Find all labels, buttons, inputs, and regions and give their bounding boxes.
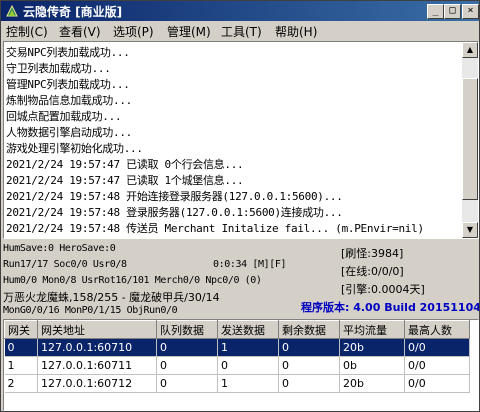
column-header[interactable]: 剩余数据 <box>278 320 340 339</box>
column-header[interactable]: 平均流量 <box>339 320 405 339</box>
refresh-monster-label: [刷怪:3984] <box>341 247 404 260</box>
window-title: 云隐传奇 [商业版] <box>23 5 123 19</box>
table-row[interactable]: 1 127.0.0.1:60711 0 0 0 0b 0/0 <box>4 356 470 375</box>
log-line: 2021/2/24 19:57:48 开始连接登录服务器(127.0.0.1:5… <box>6 190 343 203</box>
menu-manage[interactable]: 管理(M) <box>167 23 211 40</box>
table-cell: 20b <box>339 338 405 357</box>
table-cell: 0 <box>278 374 340 393</box>
table-cell: 1 <box>217 338 279 357</box>
status-monster: 万恶火龙魔蛛,158/255 - 魔龙破甲兵/30/14 <box>3 291 220 304</box>
table-cell: 0 <box>156 356 218 375</box>
menu-control[interactable]: 控制(C) <box>6 23 48 40</box>
column-header[interactable]: 最高人数 <box>404 320 470 339</box>
column-header[interactable]: 队列数据 <box>156 320 218 339</box>
log-line: 2021/2/24 19:57:48 登录服务器(127.0.0.1:5600)… <box>6 206 343 219</box>
engine-label: [引擎:0.0004天] <box>341 283 425 296</box>
status-panel: HumSave:0 HeroSave:0 Run17/17 Soc0/0 Usr… <box>1 239 479 321</box>
log-line: 2021/2/24 19:57:47 已读取 1个城堡信息... <box>6 174 244 187</box>
log-panel[interactable]: 交易NPC列表加载成功... 守卫列表加载成功... 管理NPC列表加载成功..… <box>3 41 479 239</box>
table-cell: 0/0 <box>404 374 470 393</box>
menu-tools[interactable]: 工具(T) <box>221 23 262 40</box>
table-cell: 0/0 <box>404 356 470 375</box>
log-line: 守卫列表加载成功... <box>6 62 111 75</box>
table-cell: 0 <box>156 374 218 393</box>
column-header[interactable]: 网关地址 <box>37 320 157 339</box>
column-header[interactable]: 发送数据 <box>217 320 279 339</box>
table-cell: 127.0.0.1:60710 <box>37 338 157 357</box>
table-cell: 0 <box>4 338 38 357</box>
menu-bar: 控制(C) 查看(V) 选项(P) 管理(M) 工具(T) 帮助(H) <box>1 21 479 40</box>
table-cell: 0b <box>339 356 405 375</box>
table-cell: 127.0.0.1:60711 <box>37 356 157 375</box>
table-row[interactable]: 2 127.0.0.1:60712 0 1 0 20b 0/0 <box>4 374 470 393</box>
log-line: 管理NPC列表加载成功... <box>6 78 130 91</box>
log-line: 炼制物品信息加载成功... <box>6 94 132 107</box>
table-cell: 0/0 <box>404 338 470 357</box>
status-save: HumSave:0 HeroSave:0 <box>3 243 116 254</box>
app-icon <box>6 4 18 17</box>
table-cell: 127.0.0.1:60712 <box>37 374 157 393</box>
log-line: 2021/2/24 19:57:48 传送员 Merchant Initaliz… <box>6 222 424 235</box>
menu-view[interactable]: 查看(V) <box>59 23 101 40</box>
table-cell: 0 <box>156 338 218 357</box>
log-line: 交易NPC列表加载成功... <box>6 46 130 59</box>
table-cell: 20b <box>339 374 405 393</box>
main-window: 云隐传奇 [商业版] _ □ × 控制(C) 查看(V) 选项(P) 管理(M)… <box>0 0 480 412</box>
status-timer: 0:0:34 [M][F] <box>213 259 287 270</box>
table-cell: 1 <box>4 356 38 375</box>
menu-options[interactable]: 选项(P) <box>113 23 154 40</box>
log-line: 游戏处理引擎初始化成功... <box>6 142 143 155</box>
status-run: Run17/17 Soc0/0 Usr0/8 <box>3 259 127 270</box>
title-bar[interactable]: 云隐传奇 [商业版] _ □ × <box>1 1 479 21</box>
scroll-thumb[interactable] <box>462 78 478 200</box>
log-line: 回城点配置加载成功... <box>6 110 122 123</box>
close-button[interactable]: × <box>462 4 479 19</box>
status-objects: MonG0/0/16 MonP0/1/15 ObjRun0/0 <box>3 305 178 316</box>
maximize-button[interactable]: □ <box>444 4 461 19</box>
scroll-up-icon[interactable]: ▲ <box>462 42 478 58</box>
table-cell: 0 <box>278 356 340 375</box>
status-counts: Hum0/0 Mon0/8 UsrRot16/101 Merch0/0 Npc0… <box>3 275 262 286</box>
log-line: 人物数据引擎启动成功... <box>6 126 132 139</box>
table-header: 网关 网关地址 队列数据 发送数据 剩余数据 平均流量 最高人数 <box>4 320 470 339</box>
column-header[interactable]: 网关 <box>4 320 38 339</box>
table-cell: 2 <box>4 374 38 393</box>
table-cell: 0 <box>278 338 340 357</box>
log-line: 2021/2/24 19:57:47 已读取 0个行会信息... <box>6 158 244 171</box>
version-label: 程序版本: 4.00 Build 20151104 <box>301 301 480 314</box>
table-cell: 1 <box>217 374 279 393</box>
table-row[interactable]: 0 127.0.0.1:60710 0 1 0 20b 0/0 <box>4 338 470 357</box>
online-label: [在线:0/0/0] <box>341 265 404 278</box>
table-cell: 0 <box>217 356 279 375</box>
gateway-table[interactable]: 网关 网关地址 队列数据 发送数据 剩余数据 平均流量 最高人数 0 127.0… <box>3 319 479 411</box>
scroll-down-icon[interactable]: ▼ <box>462 222 478 238</box>
menu-help[interactable]: 帮助(H) <box>275 23 317 40</box>
log-scrollbar[interactable]: ▲ ▼ <box>462 42 478 238</box>
minimize-button[interactable]: _ <box>427 4 444 19</box>
